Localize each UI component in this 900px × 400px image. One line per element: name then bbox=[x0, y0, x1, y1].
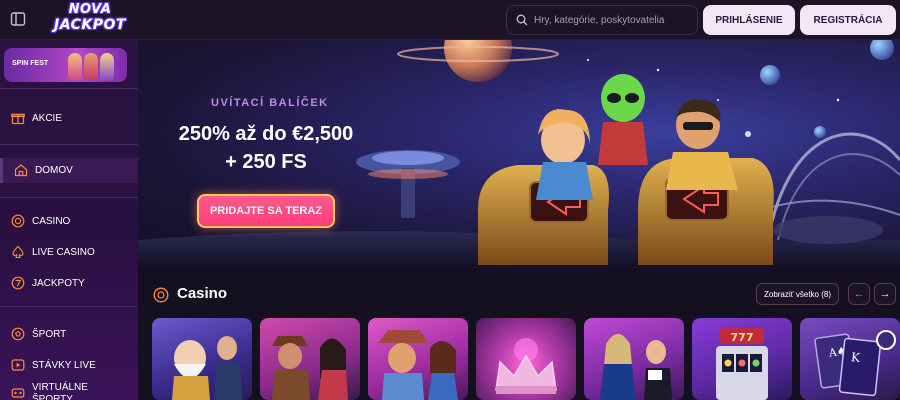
sidebar-item-label: STÁVKY LIVE bbox=[32, 359, 96, 371]
hero-title: 250% až do €2,500 + 250 FS bbox=[138, 120, 394, 176]
crown-thumbnail bbox=[495, 338, 557, 394]
sidebar-item-label: ŠPORT bbox=[32, 328, 67, 340]
hero-title-line-2: + 250 FS bbox=[225, 151, 307, 173]
logo-line-2: JACKPOT bbox=[54, 17, 126, 33]
game-card-cards[interactable]: A♠ K bbox=[800, 318, 900, 400]
cards-thumbnail: A♠ K bbox=[814, 330, 896, 397]
adventurer-thumbnail bbox=[272, 336, 348, 400]
sidebar-item-label: VIRTUÁLNE ŠPORTY bbox=[32, 382, 88, 400]
gift-icon bbox=[11, 113, 25, 125]
zeus-thumbnail bbox=[172, 336, 242, 400]
virtual-icon bbox=[11, 388, 25, 398]
top-header: NOVA JACKPOT PRIHLÁSENIE REGISTRÁCIA bbox=[0, 0, 900, 40]
spin-fest-promo-banner[interactable]: SPIN FEST bbox=[4, 48, 127, 82]
ball-icon bbox=[11, 327, 25, 341]
sidebar-item-stavky-live[interactable]: STÁVKY LIVE bbox=[0, 353, 138, 377]
sidebar-item-label: AKCIE bbox=[32, 112, 63, 124]
sidebar-divider bbox=[0, 88, 138, 89]
join-now-button[interactable]: PRIDAJTE SA TERAZ bbox=[197, 194, 335, 228]
sidebar-item-akcie[interactable]: AKCIE bbox=[0, 106, 138, 130]
sidebar-item-label: CASINO bbox=[32, 215, 71, 227]
sidebar-divider bbox=[0, 306, 138, 307]
search-box[interactable] bbox=[506, 5, 698, 35]
home-icon bbox=[14, 164, 28, 177]
hero-title-line-1: 250% až do €2,500 bbox=[178, 123, 354, 145]
game-card-live-dealer[interactable] bbox=[584, 318, 684, 400]
promo-character bbox=[100, 53, 114, 80]
login-button[interactable]: PRIHLÁSENIE bbox=[703, 5, 795, 35]
promo-label: SPIN FEST bbox=[12, 60, 49, 67]
carousel-next-button[interactable]: → bbox=[874, 283, 896, 305]
sidebar-divider bbox=[0, 144, 138, 145]
hero-subtitle: UVÍTACÍ BALÍČEK bbox=[211, 97, 329, 109]
casino-section-title: Casino bbox=[177, 285, 228, 302]
casino-game-carousel: 777 A♠ K bbox=[152, 318, 900, 400]
alien-character bbox=[598, 74, 648, 165]
sidebar-item-jackpoty[interactable]: JACKPOTY bbox=[0, 271, 138, 295]
view-all-button[interactable]: Zobraziť všetko (8) bbox=[756, 283, 839, 305]
sidebar-item-casino[interactable]: CASINO bbox=[0, 209, 138, 233]
main-content: UVÍTACÍ BALÍČEK 250% až do €2,500 + 250 … bbox=[138, 40, 900, 400]
sidebar-item-virtualne-sporty[interactable]: VIRTUÁLNE ŠPORTY bbox=[0, 380, 138, 400]
promo-character bbox=[68, 53, 82, 80]
welcome-hero-banner[interactable]: UVÍTACÍ BALÍČEK 250% až do €2,500 + 250 … bbox=[138, 40, 900, 272]
casino-chip-icon bbox=[153, 287, 169, 303]
game-card-adventurer[interactable] bbox=[260, 318, 360, 400]
game-card-crown[interactable] bbox=[476, 318, 576, 400]
sidebar-item-domov[interactable]: DOMOV bbox=[0, 158, 138, 183]
chip-icon bbox=[11, 214, 25, 228]
carousel-prev-button[interactable]: ← bbox=[848, 283, 870, 305]
game-card-cowboy[interactable] bbox=[368, 318, 468, 400]
sidebar-toggle-icon[interactable] bbox=[10, 11, 26, 27]
cowboy-thumbnail bbox=[378, 330, 458, 400]
game-card-slot-777[interactable]: 777 bbox=[692, 318, 792, 400]
woman-character bbox=[536, 109, 593, 200]
search-input[interactable] bbox=[534, 6, 694, 34]
sidebar-divider bbox=[0, 197, 138, 198]
hero-text-block: UVÍTACÍ BALÍČEK 250% až do €2,500 + 250 … bbox=[138, 40, 418, 272]
man-character bbox=[666, 99, 738, 190]
sidebar-item-label: JACKPOTY bbox=[32, 277, 85, 289]
spade-icon bbox=[12, 245, 24, 259]
svg-text:777: 777 bbox=[731, 331, 754, 344]
logo-line-1: NOVA bbox=[68, 2, 112, 17]
sidebar-item-live-casino[interactable]: LIVE CASINO bbox=[0, 240, 138, 264]
promo-character bbox=[84, 53, 98, 80]
slot-machine-thumbnail: 777 bbox=[716, 328, 768, 400]
live-dealer-thumbnail bbox=[600, 334, 672, 400]
search-icon bbox=[516, 14, 528, 26]
sidebar-item-sport[interactable]: ŠPORT bbox=[0, 322, 138, 346]
nova-jackpot-logo[interactable]: NOVA JACKPOT bbox=[44, 3, 136, 37]
seven-icon bbox=[11, 276, 25, 290]
sidebar: SPIN FEST AKCIE DOMOV CASINO LIVE CASINO… bbox=[0, 40, 138, 400]
game-card-zeus[interactable] bbox=[152, 318, 252, 400]
sidebar-item-label: DOMOV bbox=[35, 165, 73, 176]
play-icon bbox=[11, 359, 25, 371]
sidebar-item-label: LIVE CASINO bbox=[32, 246, 95, 258]
register-button[interactable]: REGISTRÁCIA bbox=[800, 5, 896, 35]
